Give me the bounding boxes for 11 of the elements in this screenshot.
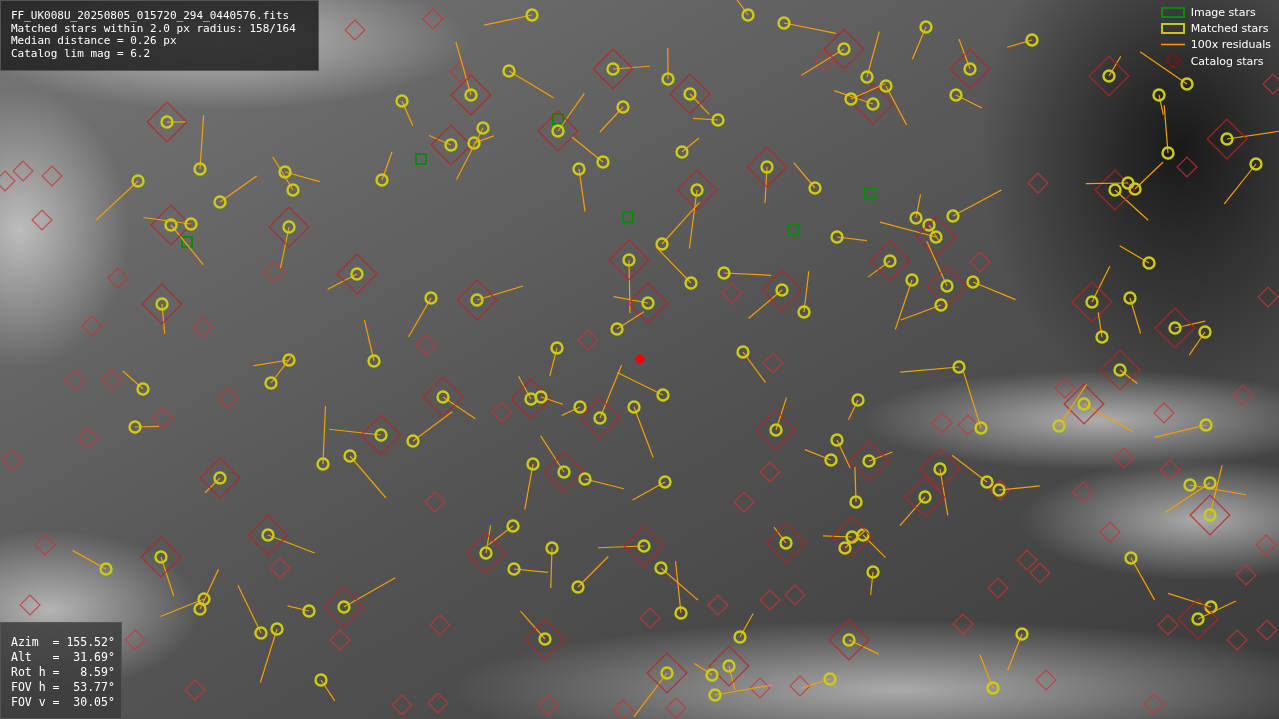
legend-label: Image stars	[1190, 6, 1256, 19]
info-line: FF_UK008U_20250805_015720_294_0440576.fits	[11, 10, 291, 23]
legend-label: Matched stars	[1190, 22, 1269, 35]
legend-label: Catalog stars	[1190, 54, 1264, 68]
info-line: Matched stars within 2.0 px radius: 158/164	[11, 22, 297, 35]
image-star-swatch-icon	[1160, 7, 1185, 18]
info-line: Catalog lim mag = 6.2	[11, 47, 152, 60]
info-line: Median distance = 0.26 px	[11, 35, 178, 48]
matched-star-swatch-icon	[1160, 23, 1185, 34]
legend-label: 100x residuals	[1190, 38, 1271, 51]
residual-line-icon	[1160, 43, 1185, 46]
